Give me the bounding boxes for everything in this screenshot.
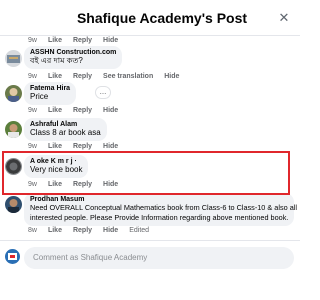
comment-meta: 9w Like Reply Hide [28, 107, 118, 114]
comment-author[interactable]: Ashraful Alam [30, 121, 101, 128]
edited-label: Edited [129, 227, 150, 234]
comment-time: 9w [28, 37, 37, 44]
reply-link[interactable]: Reply [73, 143, 92, 150]
comment-time: 9w [28, 143, 37, 150]
comment-time: 8w [28, 227, 37, 234]
more-options-button[interactable]: ... [95, 86, 111, 99]
comment-meta: 9w Like Reply See translation Hide [28, 73, 179, 80]
like-link[interactable]: Like [48, 143, 62, 150]
hide-link[interactable]: Hide [164, 73, 179, 80]
avatar[interactable] [5, 196, 22, 213]
like-link[interactable]: Like [48, 107, 62, 114]
comment-thread: 9w Like Reply Hide ASSHN Construction.co… [0, 36, 300, 238]
hide-link[interactable]: Hide [103, 37, 118, 44]
comment-text-line: interested people. Please Provide Inform… [30, 213, 289, 222]
post-header: Shafique Academy's Post ✕ [0, 0, 300, 36]
hide-link[interactable]: Hide [103, 143, 118, 150]
comment-bubble: Fatema Hira Price [24, 82, 77, 105]
avatar[interactable] [5, 50, 22, 67]
highlight-box [2, 151, 290, 195]
reply-link[interactable]: Reply [73, 37, 92, 44]
comment-text: Class 8 ar book asa [30, 128, 101, 137]
post-title: Shafique Academy's Post [76, 9, 248, 26]
comment-meta: 8w Like Reply Hide Edited [28, 227, 149, 234]
comment-text: বই এর দাম কত? [30, 56, 83, 65]
comment-meta: 9w Like Reply Hide [28, 143, 118, 150]
reply-link[interactable]: Reply [73, 227, 92, 234]
like-link[interactable]: Like [48, 37, 62, 44]
comment-author[interactable]: Fatema Hira [30, 85, 70, 92]
like-link[interactable]: Like [48, 73, 62, 80]
like-link[interactable]: Like [48, 227, 62, 234]
comment-author[interactable]: ASSHN Construction.com [30, 49, 116, 56]
comment-author[interactable]: Prodhan Masum [30, 196, 288, 203]
comment-bubble: Ashraful Alam Class 8 ar book asa [24, 118, 107, 141]
comment-composer: Comment as Shafique Academy [0, 240, 300, 300]
comment-input[interactable]: Comment as Shafique Academy [24, 247, 294, 269]
reply-link[interactable]: Reply [73, 73, 92, 80]
see-translation-link[interactable]: See translation [103, 73, 153, 80]
hide-link[interactable]: Hide [103, 227, 118, 234]
close-icon[interactable]: ✕ [276, 10, 292, 26]
hide-link[interactable]: Hide [103, 107, 118, 114]
comment-text: Price [30, 92, 49, 101]
avatar[interactable] [5, 121, 22, 138]
top-comment-meta: 9w Like Reply Hide [28, 37, 118, 44]
reply-link[interactable]: Reply [73, 107, 92, 114]
avatar[interactable] [5, 249, 20, 264]
comment-time: 9w [28, 107, 37, 114]
comment-time: 9w [28, 73, 37, 80]
comment-bubble: Prodhan Masum Need OVERALL Conceptual Ma… [24, 193, 297, 226]
comment-text-line: Need OVERALL Conceptual Mathematics book… [30, 203, 297, 212]
avatar[interactable] [5, 85, 22, 102]
comment-bubble: ASSHN Construction.com বই এর দাম কত? [24, 46, 123, 69]
